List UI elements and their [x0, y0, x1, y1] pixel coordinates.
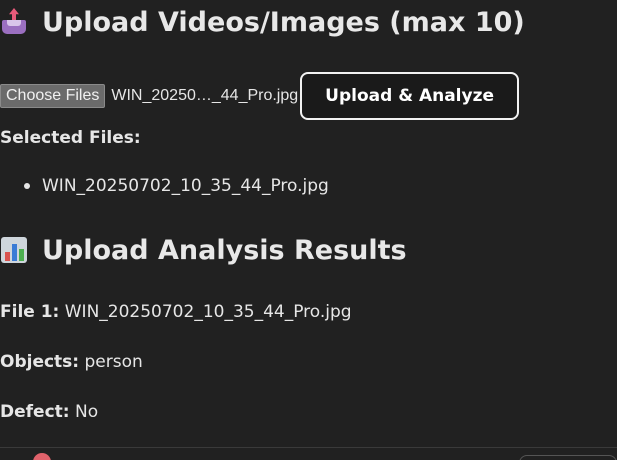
result-key: Objects:: [0, 352, 80, 372]
result-value: WIN_20250702_10_35_44_Pro.jpg: [64, 302, 352, 322]
upload-analyze-button[interactable]: Upload & Analyze: [300, 72, 520, 120]
results-section-title: Upload Analysis Results: [0, 234, 407, 266]
upload-section-title: Upload Videos/Images (max 10): [0, 6, 525, 38]
result-value: person: [84, 352, 143, 372]
result-key: File 1:: [0, 302, 60, 322]
upload-title-text: Upload Videos/Images (max 10): [42, 6, 525, 38]
inbox-upload-icon: [0, 6, 32, 38]
selected-file-name: WIN_20250…_44_Pro.jpg: [111, 87, 299, 104]
result-objects: Objects: person: [0, 352, 143, 372]
status-dot-icon: [33, 453, 51, 460]
bottom-control[interactable]: [519, 455, 617, 460]
bar-chart-icon: [0, 234, 32, 266]
divider: [0, 447, 617, 448]
selected-files-label: Selected Files:: [0, 128, 141, 148]
result-key: Defect:: [0, 402, 70, 422]
choose-files-button[interactable]: Choose Files: [0, 84, 106, 108]
result-file: File 1: WIN_20250702_10_35_44_Pro.jpg: [0, 302, 352, 322]
page: Upload Videos/Images (max 10) Choose Fil…: [0, 0, 617, 460]
list-item: WIN_20250702_10_35_44_Pro.jpg: [24, 176, 329, 196]
file-upload-row: Choose Files WIN_20250…_44_Pro.jpg Uploa…: [0, 71, 520, 121]
bullet-icon: [24, 183, 30, 189]
result-value: No: [74, 402, 99, 422]
result-defect: Defect: No: [0, 402, 98, 422]
results-title-text: Upload Analysis Results: [42, 234, 407, 266]
list-item-text: WIN_20250702_10_35_44_Pro.jpg: [42, 176, 329, 196]
selected-files-list: WIN_20250702_10_35_44_Pro.jpg: [24, 176, 329, 196]
